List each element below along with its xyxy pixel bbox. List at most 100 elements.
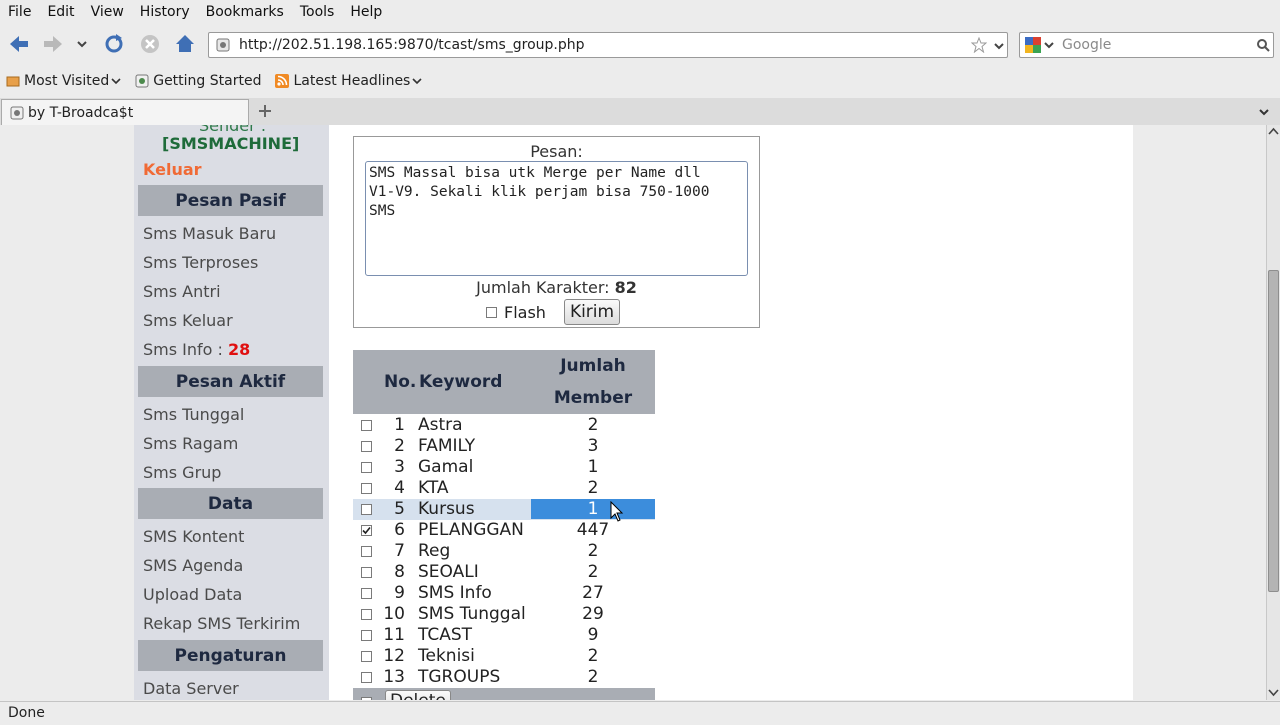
table-row[interactable]: 9 SMS Info 27 [353, 583, 655, 604]
bookmark-getting-started[interactable]: Getting Started [135, 73, 261, 89]
site-identity-icon [216, 38, 230, 52]
message-label: Pesan: [530, 142, 583, 161]
sidebar-item-sms-masuk-baru[interactable]: Sms Masuk Baru [143, 224, 276, 243]
stop-button[interactable] [138, 32, 162, 56]
bookmark-label: Latest Headlines [293, 73, 411, 89]
row-keyword: Teknisi [418, 646, 475, 666]
row-jumlah: 2 [587, 667, 599, 687]
table-row[interactable]: 11 TCAST 9 [353, 625, 655, 646]
reload-button[interactable] [102, 32, 126, 56]
table-row[interactable]: 13 TGROUPS 2 [353, 667, 655, 688]
menu-tools[interactable]: Tools [292, 4, 343, 20]
search-bar[interactable]: Google [1019, 32, 1274, 58]
table-row[interactable]: 2 FAMILY 3 [353, 436, 655, 457]
search-placeholder: Google [1062, 37, 1112, 53]
menu-view[interactable]: View [83, 4, 132, 20]
row-checkbox[interactable] [361, 483, 372, 494]
sidebar-item-sms-terproses[interactable]: Sms Terproses [143, 253, 258, 272]
menu-file[interactable]: File [0, 4, 39, 20]
bookmark-label: Most Visited [24, 73, 110, 89]
page-margin-right [1133, 125, 1266, 700]
search-engine-icon[interactable] [1025, 37, 1055, 53]
home-button[interactable] [173, 32, 197, 56]
menu-help[interactable]: Help [342, 4, 390, 20]
sidebar-item-sms-keluar[interactable]: Sms Keluar [143, 311, 233, 330]
sidebar-item-data-server[interactable]: Data Server [143, 679, 239, 698]
sidebar-item-sms-ragam[interactable]: Sms Ragam [143, 434, 238, 453]
menu-history[interactable]: History [132, 4, 198, 20]
tab-list-chevron-icon[interactable] [1258, 106, 1270, 118]
row-checkbox[interactable] [361, 651, 372, 662]
menu-edit[interactable]: Edit [39, 4, 82, 20]
nav-toolbar: http://202.51.198.165:9870/tcast/sms_gro… [0, 26, 1280, 64]
row-checkbox[interactable] [361, 504, 372, 515]
row-no: 10 [383, 604, 405, 624]
row-checkbox[interactable] [361, 462, 372, 473]
url-text: http://202.51.198.165:9870/tcast/sms_gro… [239, 37, 585, 53]
url-bar[interactable]: http://202.51.198.165:9870/tcast/sms_gro… [208, 32, 1008, 58]
row-jumlah: 1 [531, 499, 655, 519]
row-jumlah: 2 [587, 562, 599, 582]
row-checkbox[interactable] [361, 420, 372, 431]
table-footer: Delete [353, 688, 655, 700]
row-checkbox[interactable] [361, 546, 372, 557]
sidebar-item-sms-kontent[interactable]: SMS Kontent [143, 527, 244, 546]
vertical-scrollbar[interactable] [1266, 125, 1280, 700]
scrollbar-thumb[interactable] [1268, 270, 1279, 592]
bookmark-star-icon[interactable] [971, 37, 987, 53]
table-row[interactable]: 4 KTA 2 [353, 478, 655, 499]
page-margin-left [0, 125, 134, 700]
back-button[interactable] [7, 32, 31, 56]
row-jumlah: 1 [587, 457, 599, 477]
logout-link[interactable]: Keluar [143, 160, 202, 179]
table-row[interactable]: 7 Reg 2 [353, 541, 655, 562]
delete-button[interactable]: Delete [385, 690, 451, 700]
stop-icon [141, 35, 159, 53]
section-data: Data [138, 488, 323, 519]
sidebar-item-sms-info[interactable]: Sms Info : 28 [143, 340, 250, 359]
sidebar-item-rekap-sms-terkirim[interactable]: Rekap SMS Terkirim [143, 614, 300, 633]
row-no: 12 [383, 646, 405, 666]
row-checkbox[interactable] [361, 630, 372, 641]
search-icon[interactable] [1256, 38, 1270, 52]
page-icon [135, 74, 149, 88]
message-textarea[interactable]: SMS Massal bisa utk Merge per Name dll V… [365, 161, 748, 276]
chevron-down-icon [111, 78, 121, 85]
row-checkbox[interactable] [361, 567, 372, 578]
forward-button[interactable] [41, 32, 65, 56]
history-dropdown[interactable] [72, 32, 92, 56]
sidebar-item-sms-grup[interactable]: Sms Grup [143, 463, 221, 482]
bookmark-most-visited[interactable]: Most Visited [6, 73, 121, 89]
url-dropdown-icon[interactable] [993, 40, 1005, 52]
flash-checkbox[interactable] [486, 306, 497, 318]
row-checkbox[interactable] [361, 525, 372, 536]
select-all-checkbox[interactable] [361, 697, 372, 700]
scroll-down-icon[interactable] [1268, 687, 1279, 697]
new-tab-icon[interactable] [258, 104, 272, 118]
row-checkbox[interactable] [361, 441, 372, 452]
table-row[interactable]: 10 SMS Tunggal 29 [353, 604, 655, 625]
send-button[interactable]: Kirim [563, 299, 621, 325]
tab-t-broadcast[interactable]: by T-Broadca$t [1, 99, 249, 125]
sidebar-item-sms-agenda[interactable]: SMS Agenda [143, 556, 243, 575]
scroll-up-icon[interactable] [1268, 127, 1279, 137]
table-row[interactable]: 12 Teknisi 2 [353, 646, 655, 667]
bookmark-latest-headlines[interactable]: Latest Headlines [275, 73, 422, 89]
main-content: Pesan: SMS Massal bisa utk Merge per Nam… [329, 125, 1133, 700]
sidebar-item-sms-tunggal[interactable]: Sms Tunggal [143, 405, 244, 424]
menu-bookmarks[interactable]: Bookmarks [198, 4, 292, 20]
sidebar-item-sms-antri[interactable]: Sms Antri [143, 282, 221, 301]
table-row[interactable]: 6 PELANGGAN 447 [353, 520, 655, 541]
row-jumlah: 27 [582, 583, 604, 603]
row-checkbox[interactable] [361, 609, 372, 620]
flash-row: Flash Kirim [486, 299, 621, 325]
row-keyword: KTA [418, 478, 449, 498]
row-jumlah: 2 [587, 478, 599, 498]
col-jumlah: Jumlah [560, 356, 626, 376]
row-checkbox[interactable] [361, 672, 372, 683]
sidebar-item-upload-data[interactable]: Upload Data [143, 585, 242, 604]
table-row[interactable]: 8 SEOALI 2 [353, 562, 655, 583]
row-checkbox[interactable] [361, 588, 372, 599]
table-row[interactable]: 3 Gamal 1 [353, 457, 655, 478]
table-row[interactable]: 1 Astra 2 [353, 415, 655, 436]
